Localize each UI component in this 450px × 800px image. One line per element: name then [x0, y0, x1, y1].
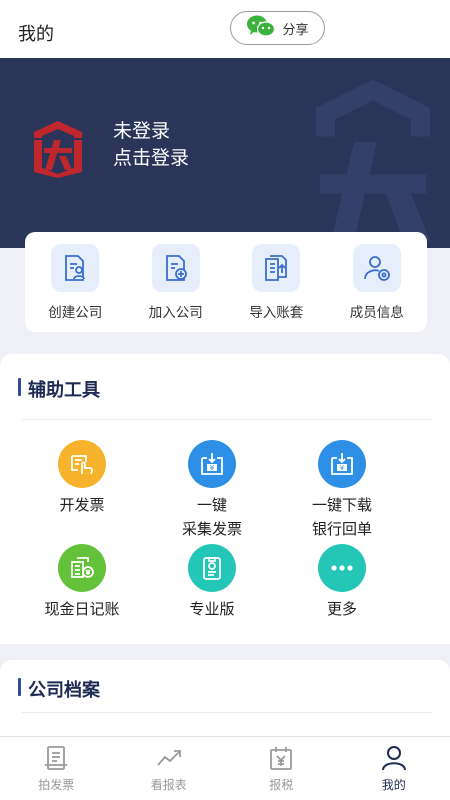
bank-receipt-icon: ¥ — [318, 440, 366, 488]
login-prompt[interactable]: 未登录 点击登录 — [113, 118, 189, 172]
archive-divider — [22, 712, 432, 713]
svg-text:¥: ¥ — [210, 464, 215, 472]
import-ledger-icon — [252, 244, 301, 292]
collect-invoice-label: 一键 采集发票 — [147, 494, 277, 542]
tab-reports-label: 看报表 — [150, 778, 187, 792]
tab-mine-label: 我的 — [381, 778, 406, 792]
member-info-label: 成员信息 — [349, 305, 404, 320]
cash-journal-label: 现金日记账 — [44, 601, 120, 618]
archive-section-title: 公司档案 — [18, 676, 100, 702]
tax-calendar-icon — [270, 747, 293, 770]
tab-invoice-photo[interactable]: 拍发票 — [0, 737, 113, 800]
tab-tax-label: 报税 — [269, 778, 294, 792]
invoice-hand-icon — [58, 440, 106, 488]
more-tool[interactable]: 更多 — [277, 544, 407, 622]
tab-invoice-photo-label: 拍发票 — [38, 778, 75, 792]
chart-trend-icon — [157, 750, 181, 766]
tools-divider — [22, 419, 432, 420]
login-status: 未登录 — [113, 121, 171, 142]
import-ledger-label: 导入账套 — [249, 305, 304, 320]
import-ledger-button[interactable]: 导入账套 — [226, 232, 327, 332]
tools-section-title: 辅助工具 — [18, 376, 100, 402]
bank-receipt-label-text: 一键下载 银行回单 — [311, 497, 372, 538]
tools-section: 辅助工具 开发票 ¥ 一键 采集发票 ¥ 一键下载 银行回单 现金日记账 专业版… — [0, 354, 450, 644]
join-company-icon — [151, 244, 200, 292]
pro-version-label: 专业版 — [189, 601, 235, 618]
page-title: 我的 — [18, 24, 54, 44]
share-label: 分享 — [282, 21, 309, 37]
create-company-button[interactable]: 创建公司 — [25, 232, 126, 332]
pro-version-tool[interactable]: 专业版 — [147, 544, 277, 622]
more-icon — [318, 544, 366, 592]
tab-reports[interactable]: 看报表 — [113, 737, 226, 800]
svg-text:¥: ¥ — [340, 464, 345, 472]
cash-journal-tool[interactable]: 现金日记账 — [17, 544, 147, 622]
tab-mine[interactable]: 我的 — [338, 737, 450, 800]
member-info-button[interactable]: 成员信息 — [327, 232, 428, 332]
cash-journal-icon — [58, 544, 106, 592]
join-company-label: 加入公司 — [148, 305, 203, 320]
login-action: 点击登录 — [113, 148, 190, 169]
bottom-tab-bar: 拍发票 看报表 报税 我的 — [0, 736, 450, 800]
more-label: 更多 — [326, 601, 357, 618]
bank-receipt-label: 一键下载 银行回单 — [277, 494, 407, 542]
pro-version-icon — [188, 544, 236, 592]
create-company-icon — [51, 244, 100, 292]
member-info-icon — [352, 244, 401, 292]
invoice-photo-icon — [45, 746, 68, 770]
person-icon — [381, 746, 406, 771]
collect-invoice-label-text: 一键 采集发票 — [181, 497, 242, 538]
top-bar: 我的 分享 — [0, 0, 450, 58]
wechat-icon — [246, 14, 276, 43]
create-company-label: 创建公司 — [48, 305, 103, 320]
share-button[interactable]: 分享 — [230, 11, 325, 45]
issue-invoice-tool[interactable]: 开发票 — [17, 440, 147, 518]
app-logo-icon[interactable] — [28, 118, 88, 178]
tab-tax[interactable]: 报税 — [225, 737, 338, 800]
watermark-logo-icon — [316, 79, 430, 241]
join-company-button[interactable]: 加入公司 — [126, 232, 227, 332]
quick-actions-card: 创建公司 加入公司 导入账套 成员信息 — [25, 232, 427, 332]
bank-receipt-tool[interactable]: ¥ 一键下载 银行回单 — [277, 440, 407, 542]
issue-invoice-label: 开发票 — [59, 497, 105, 514]
collect-invoice-icon: ¥ — [188, 440, 236, 488]
collect-invoice-tool[interactable]: ¥ 一键 采集发票 — [147, 440, 277, 542]
